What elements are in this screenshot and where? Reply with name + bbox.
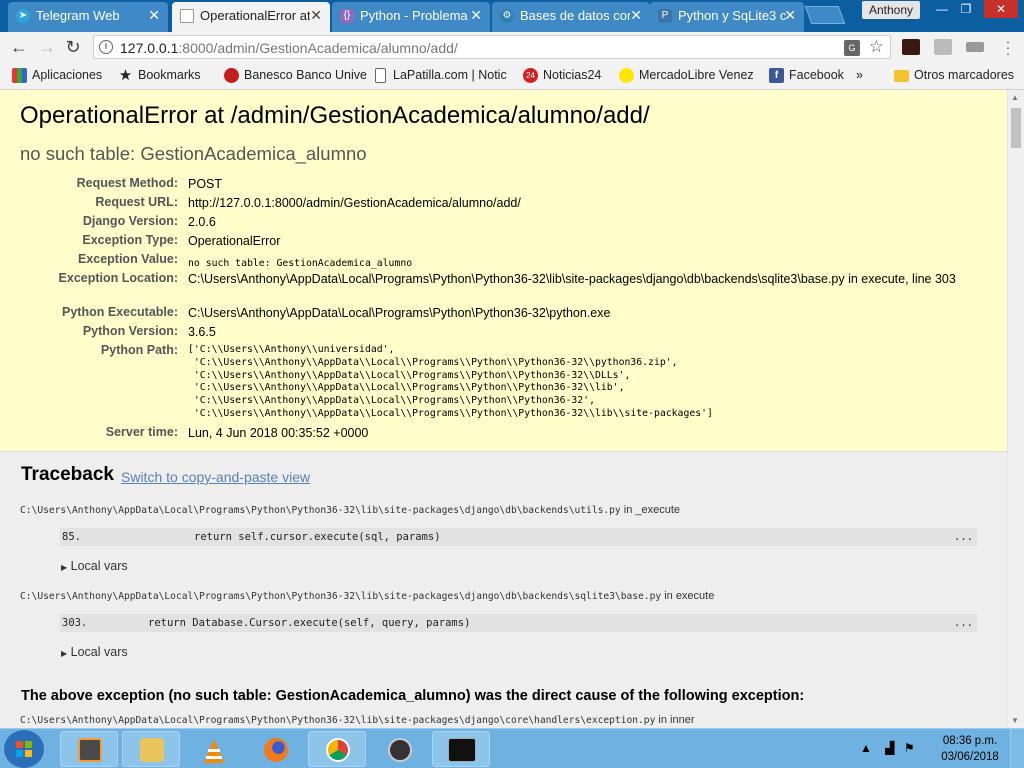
close-icon[interactable]: ✕ — [470, 7, 482, 24]
bookmark-bookmarks[interactable]: ★ Bookmarks — [118, 67, 201, 84]
tab-strip: ➤ Telegram Web ✕ OperationalError at ✕ {… — [0, 0, 1024, 32]
close-icon[interactable]: ✕ — [148, 7, 160, 24]
apps-icon — [12, 68, 27, 83]
expand-context-button[interactable]: ... — [954, 617, 973, 629]
taskbar: ▲ ▟ ⚑ 08:36 p.m. 03/06/2018 — [0, 728, 1024, 768]
show-desktop-button[interactable] — [1010, 729, 1024, 768]
action-center-flag-icon[interactable]: ⚑ — [904, 741, 915, 755]
info-icon[interactable]: i — [99, 40, 113, 54]
address-bar[interactable]: i 127.0.0.1:8000/admin/GestionAcademica/… — [93, 35, 891, 59]
media-player-icon[interactable] — [370, 731, 428, 767]
bookmarks-overflow-button[interactable]: » — [836, 68, 863, 82]
document-icon — [180, 9, 194, 23]
code-context-line[interactable]: 303. return Database.Cursor.execute(self… — [60, 614, 977, 632]
show-hidden-icons-icon[interactable]: ▲ — [860, 741, 872, 755]
folder-icon — [894, 70, 909, 82]
local-vars-toggle[interactable]: ▶ Local vars — [61, 559, 128, 573]
frame-file-path: C:\Users\Anthony\AppData\Local\Programs\… — [20, 590, 715, 602]
bookmark-noticias24[interactable]: 24 Noticias24 — [523, 68, 601, 83]
scrollbar-thumb[interactable] — [1011, 108, 1021, 148]
back-button[interactable]: ← — [8, 37, 30, 57]
close-window-button[interactable]: ✕ — [984, 0, 1018, 18]
bookmark-banesco[interactable]: Banesco Banco Unive — [224, 68, 367, 83]
url-text[interactable]: 127.0.0.1:8000/admin/GestionAcademica/al… — [120, 40, 458, 56]
file-explorer-icon[interactable] — [122, 731, 180, 767]
close-icon[interactable]: ✕ — [310, 7, 322, 24]
scroll-down-icon[interactable]: ▼ — [1011, 716, 1019, 725]
bookmark-mercadolibre[interactable]: MercadoLibre Venez — [619, 68, 754, 83]
new-tab-button[interactable] — [804, 6, 846, 24]
profile-button[interactable]: Anthony — [862, 1, 920, 19]
switch-to-copy-paste-link[interactable]: Switch to copy-and-paste view — [121, 469, 310, 485]
python-icon: P — [658, 9, 672, 23]
pdf-extension-icon[interactable] — [934, 39, 952, 55]
toolbar: ← → ↻ i 127.0.0.1:8000/admin/GestionAcad… — [0, 32, 1024, 62]
tab-title: OperationalError at — [200, 8, 310, 23]
restore-button[interactable]: ❐ — [952, 0, 980, 18]
system-tray[interactable]: ▲ ▟ ⚑ — [860, 741, 915, 755]
cast-extension-icon[interactable] — [966, 42, 984, 52]
tab-title: Python - Problema — [360, 8, 468, 23]
reload-button[interactable]: ↻ — [62, 37, 84, 57]
close-icon[interactable]: ✕ — [784, 7, 796, 24]
code-context-line[interactable]: 85. return self.cursor.execute(sql, para… — [60, 528, 977, 546]
facebook-icon: f — [769, 68, 784, 83]
cmd-icon[interactable] — [432, 731, 490, 767]
error-subtitle: no such table: GestionAcademica_alumno — [20, 143, 367, 164]
bookmarks-bar: Aplicaciones ★ Bookmarks Banesco Banco U… — [0, 62, 1024, 90]
tab-operational-error[interactable]: OperationalError at ✕ — [172, 2, 330, 32]
telegram-icon: ➤ — [16, 9, 30, 23]
sublime-text-icon[interactable] — [60, 731, 118, 767]
close-icon[interactable]: ✕ — [630, 7, 642, 24]
noticias24-icon: 24 — [523, 68, 538, 83]
chrome-icon[interactable] — [308, 731, 366, 767]
tab-bases-de-datos[interactable]: ⚙ Bases de datos con ✕ — [492, 2, 650, 32]
direct-cause-message: The above exception (no such table: Gest… — [21, 688, 805, 704]
expand-context-button[interactable]: ... — [954, 531, 973, 543]
tab-title: Bases de datos con — [520, 8, 630, 23]
local-vars-toggle[interactable]: ▶ Local vars — [61, 645, 128, 659]
brackets-icon: {} — [340, 9, 354, 23]
tab-telegram[interactable]: ➤ Telegram Web ✕ — [8, 2, 168, 32]
windows-logo-icon — [16, 741, 32, 757]
network-signal-icon[interactable]: ▟ — [885, 741, 894, 755]
firefox-icon[interactable] — [246, 731, 304, 767]
frame-file-path: C:\Users\Anthony\AppData\Local\Programs\… — [20, 504, 681, 516]
tab-python-sqlite[interactable]: P Python y SqLite3 c ✕ — [650, 2, 804, 32]
extension-icon[interactable] — [902, 39, 920, 55]
error-summary: OperationalError at /admin/GestionAcadem… — [0, 90, 1007, 452]
tab-title: Python y SqLite3 c — [678, 8, 787, 23]
bookmark-facebook[interactable]: f Facebook — [769, 68, 844, 83]
vertical-scrollbar[interactable]: ▲ ▼ — [1007, 90, 1024, 728]
translate-icon[interactable]: G — [844, 40, 860, 56]
page-icon — [375, 68, 386, 83]
star-icon: ★ — [118, 67, 133, 84]
traceback-heading: Traceback — [21, 464, 114, 485]
frame-file-path: C:\Users\Anthony\AppData\Local\Programs\… — [20, 714, 695, 726]
triangle-right-icon: ▶ — [61, 563, 68, 572]
start-button[interactable] — [4, 730, 44, 768]
menu-icon[interactable]: · · · — [1003, 34, 1013, 60]
system-clock[interactable]: 08:36 p.m. 03/06/2018 — [938, 733, 1002, 765]
bookmark-lapatilla[interactable]: LaPatilla.com | Notic — [373, 68, 507, 83]
bookmark-star-icon[interactable]: ☆ — [869, 37, 884, 57]
python-path-list: ['C:\\Users\\Anthony\\universidad', 'C:\… — [188, 344, 713, 419]
banesco-icon — [224, 68, 239, 83]
forward-button[interactable]: → — [36, 37, 58, 57]
traceback-section: Traceback Switch to copy-and-paste view … — [0, 452, 1007, 728]
scroll-up-icon[interactable]: ▲ — [1011, 93, 1019, 102]
bookmark-apps[interactable]: Aplicaciones — [12, 68, 102, 83]
vlc-icon[interactable] — [184, 731, 242, 767]
mercadolibre-icon — [619, 68, 634, 83]
settings-icon: ⚙ — [500, 9, 514, 23]
tab-title: Telegram Web — [36, 8, 120, 23]
triangle-right-icon: ▶ — [61, 649, 68, 658]
page-title: OperationalError at /admin/GestionAcadem… — [20, 102, 650, 129]
bookmark-otros-marcadores[interactable]: Otros marcadores — [894, 68, 1014, 82]
tab-python-problema[interactable]: {} Python - Problema ✕ — [332, 2, 490, 32]
page-viewport: OperationalError at /admin/GestionAcadem… — [0, 90, 1024, 728]
